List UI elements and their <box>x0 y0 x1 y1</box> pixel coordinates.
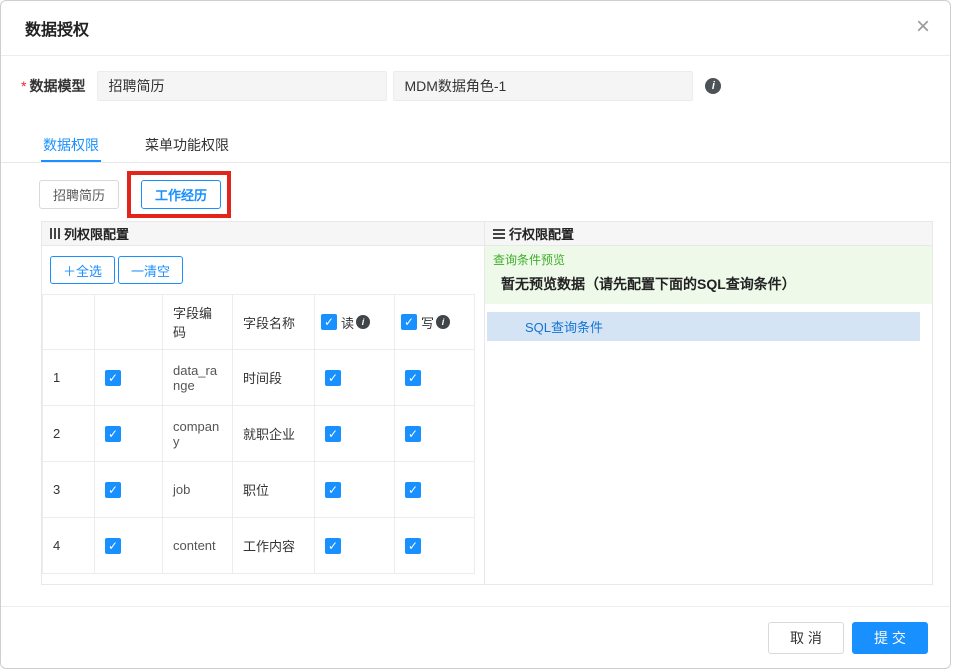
table-header-row: 字段编码 字段名称 读i 写i <box>43 295 475 350</box>
info-icon[interactable]: i <box>705 78 721 94</box>
table-row: 3 job 职位 <box>43 462 475 518</box>
subtab-resume[interactable]: 招聘简历 <box>39 180 119 209</box>
required-mark: * <box>21 78 26 94</box>
write-checkbox[interactable] <box>405 538 421 554</box>
write-checkbox[interactable] <box>405 426 421 442</box>
read-column-header: 读i <box>315 295 395 350</box>
row-select-checkbox[interactable] <box>105 482 121 498</box>
modal-footer: 取 消 提 交 <box>1 606 950 668</box>
tab-menu-function-permission[interactable]: 菜单功能权限 <box>143 129 231 162</box>
field-code-cell: content <box>163 518 233 574</box>
read-checkbox[interactable] <box>325 482 341 498</box>
write-checkbox[interactable] <box>405 370 421 386</box>
row-index: 4 <box>43 518 95 574</box>
modal-header: 数据授权 × <box>1 1 950 56</box>
row-select-checkbox[interactable] <box>105 370 121 386</box>
row-permission-title: 行权限配置 <box>509 224 574 243</box>
field-name-cell: 就职企业 <box>233 406 315 462</box>
field-name-header: 字段名称 <box>233 295 315 350</box>
submit-button[interactable]: 提 交 <box>852 622 928 654</box>
columns-icon <box>50 228 60 239</box>
cancel-button[interactable]: 取 消 <box>768 622 844 654</box>
write-all-checkbox[interactable] <box>401 314 417 330</box>
subtab-work-experience[interactable]: 工作经历 <box>141 180 221 209</box>
permission-tabs: 数据权限 菜单功能权限 <box>1 129 950 163</box>
close-icon[interactable]: × <box>916 15 930 39</box>
entity-subtabs: 招聘简历 工作经历 <box>39 180 221 209</box>
field-permission-table: 字段编码 字段名称 读i 写i 1 data_range 时间段 <box>42 294 475 574</box>
column-permission-header: 列权限配置 <box>42 222 484 246</box>
query-preview-label: 查询条件预览 <box>493 251 924 268</box>
rows-icon <box>493 229 505 239</box>
write-label: 写 <box>421 316 434 331</box>
data-model-field[interactable]: 招聘简历 <box>97 71 387 101</box>
bulk-action-row: ＋全选 一清空 <box>42 246 484 294</box>
read-checkbox[interactable] <box>325 426 341 442</box>
data-model-form-row: * 数据模型 招聘简历 MDM数据角色-1 i <box>21 71 721 101</box>
row-permission-header: 行权限配置 <box>485 222 932 246</box>
write-column-header: 写i <box>395 295 475 350</box>
field-code-header: 字段编码 <box>163 295 233 350</box>
column-permission-title: 列权限配置 <box>64 224 129 243</box>
row-permission-panel: 行权限配置 查询条件预览 暂无预览数据（请先配置下面的SQL查询条件） SQL查… <box>484 221 933 585</box>
data-model-label: 数据模型 <box>29 76 85 96</box>
field-code-cell: company <box>163 406 233 462</box>
read-all-checkbox[interactable] <box>321 314 337 330</box>
read-checkbox[interactable] <box>325 538 341 554</box>
sql-query-condition-item[interactable]: SQL查询条件 <box>487 312 920 341</box>
clear-button[interactable]: 一清空 <box>118 256 183 284</box>
tab-data-permission[interactable]: 数据权限 <box>41 129 101 162</box>
field-code-cell: job <box>163 462 233 518</box>
row-index: 1 <box>43 350 95 406</box>
write-checkbox[interactable] <box>405 482 421 498</box>
select-all-button[interactable]: ＋全选 <box>50 256 115 284</box>
query-preview-box: 查询条件预览 暂无预览数据（请先配置下面的SQL查询条件） <box>485 246 932 304</box>
modal-title: 数据授权 <box>25 16 89 40</box>
row-index: 2 <box>43 406 95 462</box>
data-role-field[interactable]: MDM数据角色-1 <box>393 71 693 101</box>
read-label: 读 <box>341 316 354 331</box>
field-name-cell: 时间段 <box>233 350 315 406</box>
row-select-checkbox[interactable] <box>105 538 121 554</box>
index-column-header <box>43 295 95 350</box>
no-preview-text: 暂无预览数据（请先配置下面的SQL查询条件） <box>493 274 924 294</box>
table-row: 4 content 工作内容 <box>43 518 475 574</box>
table-row: 1 data_range 时间段 <box>43 350 475 406</box>
row-select-checkbox[interactable] <box>105 426 121 442</box>
select-column-header <box>95 295 163 350</box>
field-name-cell: 工作内容 <box>233 518 315 574</box>
read-checkbox[interactable] <box>325 370 341 386</box>
field-code-cell: data_range <box>163 350 233 406</box>
read-info-icon[interactable]: i <box>356 315 370 329</box>
row-index: 3 <box>43 462 95 518</box>
field-name-cell: 职位 <box>233 462 315 518</box>
data-authorization-modal: 数据授权 × * 数据模型 招聘简历 MDM数据角色-1 i 数据权限 菜单功能… <box>0 0 951 669</box>
table-row: 2 company 就职企业 <box>43 406 475 462</box>
column-permission-panel: 列权限配置 ＋全选 一清空 字段编码 字段名称 读i 写i <box>41 221 485 585</box>
write-info-icon[interactable]: i <box>436 315 450 329</box>
